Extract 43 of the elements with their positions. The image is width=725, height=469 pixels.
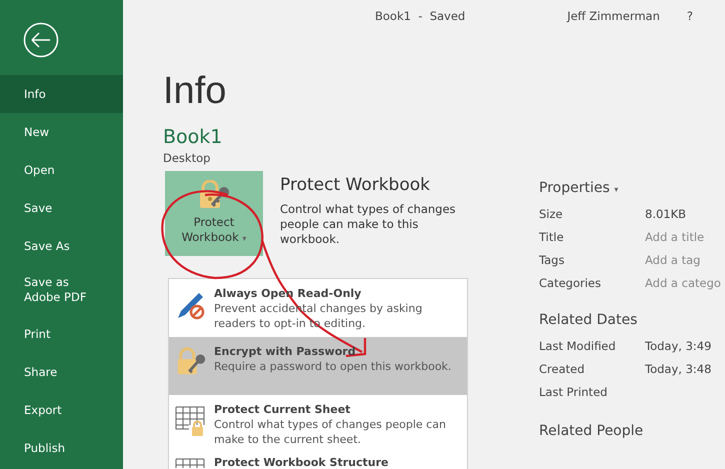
sheet-lock-icon	[175, 405, 207, 437]
related-dates-heading: Related Dates	[539, 312, 638, 328]
date-value: Today, 3:48	[645, 362, 712, 376]
sidebar-item[interactable]: Publish	[0, 429, 123, 467]
protect-workbook-description: Control what types of changes people can make to this workbook.	[280, 202, 457, 247]
date-label: Created	[539, 362, 586, 376]
sidebar-item[interactable]: Save	[0, 189, 123, 227]
protect-workbook-heading: Protect Workbook	[280, 175, 431, 195]
property-field[interactable]: Add a title	[645, 230, 725, 244]
protect-workbook-button[interactable]: Protect Workbook ▾	[165, 171, 263, 256]
page-title: Info	[163, 69, 228, 113]
document-name: Book1	[163, 125, 224, 149]
menu-item[interactable]: Protect Workbook Structure	[169, 453, 467, 469]
properties-heading[interactable]: Properties ▾	[539, 180, 725, 196]
sidebar-item[interactable]: Info	[0, 75, 123, 113]
property-label: Size	[539, 206, 564, 220]
related-people-heading: Related People	[539, 423, 644, 439]
sidebar-item[interactable]: Share	[0, 353, 123, 391]
date-value: Today, 3:49	[645, 338, 712, 352]
document-location: Desktop	[163, 151, 212, 165]
help-button[interactable]: ?	[686, 9, 693, 23]
property-label: Tags	[539, 252, 566, 266]
sidebar-item[interactable]: Print	[0, 315, 123, 353]
lock-key-icon	[197, 180, 231, 210]
sidebar-item[interactable]: Export	[0, 391, 123, 429]
property-field[interactable]: Add a catego	[645, 276, 725, 290]
window-title: Book1 - Saved	[375, 9, 466, 23]
property-label: Categories	[539, 276, 602, 290]
date-label: Last Modified	[539, 338, 617, 352]
sidebar-item[interactable]: Save As	[0, 227, 123, 265]
date-label: Last Printed	[539, 384, 608, 398]
sidebar-item[interactable]: Open	[0, 151, 123, 189]
property-value: 8.01KB	[645, 206, 686, 220]
sidebar-item[interactable]: Save as Adobe PDF	[0, 265, 123, 315]
property-label: Title	[539, 230, 565, 244]
lock-key-icon	[175, 347, 207, 377]
menu-item[interactable]: Protect Current Sheet Control what types of changes people can make to the current sheet.	[169, 395, 467, 453]
back-icon[interactable]	[23, 22, 59, 58]
property-field[interactable]: Add a tag	[645, 252, 725, 266]
grid-icon	[175, 458, 207, 468]
menu-item[interactable]: Encrypt with Password Require a password to open this workbook.	[169, 337, 467, 395]
user-name[interactable]: Jeff Zimmerman	[567, 9, 660, 23]
sidebar-item[interactable]: New	[0, 113, 123, 151]
